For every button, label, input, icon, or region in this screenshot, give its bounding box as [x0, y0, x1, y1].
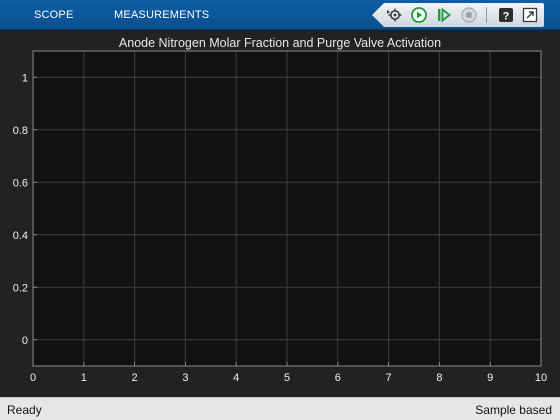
x-tick-label: 8 [436, 372, 442, 384]
axes[interactable]: 0 1 2 3 4 5 6 7 8 9 10 0 0.2 0.4 0.6 0.8 1 [0, 30, 560, 397]
x-tick-label: 5 [284, 372, 290, 384]
stop-icon[interactable] [461, 7, 477, 23]
tab-measurements[interactable]: MEASUREMENTS [114, 9, 209, 21]
help-icon[interactable]: ? [498, 7, 514, 23]
scope-display: Anode Nitrogen Molar Fraction and Purge … [0, 30, 560, 397]
x-tick-label: 9 [487, 372, 493, 384]
x-tick-label: 2 [132, 372, 138, 384]
x-tick-label: 4 [233, 372, 239, 384]
x-tick-label: 1 [81, 372, 87, 384]
undock-icon[interactable] [522, 7, 538, 23]
toolstrip: SCOPE MEASUREMENTS ? [0, 0, 560, 30]
x-tick-label: 3 [182, 372, 188, 384]
svg-text:?: ? [503, 10, 510, 22]
y-tick-label: 0.4 [13, 230, 28, 242]
y-tick-label: 1 [22, 72, 28, 84]
y-tick-label: 0.2 [13, 282, 28, 294]
x-tick-label: 0 [30, 372, 36, 384]
quick-access-toolbar: ? [372, 3, 544, 27]
y-tick-label: 0.6 [13, 177, 28, 189]
status-text: Ready [7, 403, 42, 417]
y-tick-label: 0 [22, 335, 28, 347]
step-forward-icon[interactable] [436, 7, 452, 23]
x-tick-label: 7 [386, 372, 392, 384]
status-bar: Ready Sample based [0, 397, 560, 420]
x-tick-label: 10 [535, 372, 547, 384]
y-tick-label: 0.8 [13, 125, 28, 137]
signal-selector-icon[interactable] [386, 7, 402, 23]
tab-scope[interactable]: SCOPE [34, 9, 74, 21]
sampling-mode-label: Sample based [475, 403, 552, 417]
run-icon[interactable] [411, 7, 427, 23]
x-tick-label: 6 [335, 372, 341, 384]
toolbar-separator [486, 7, 487, 23]
